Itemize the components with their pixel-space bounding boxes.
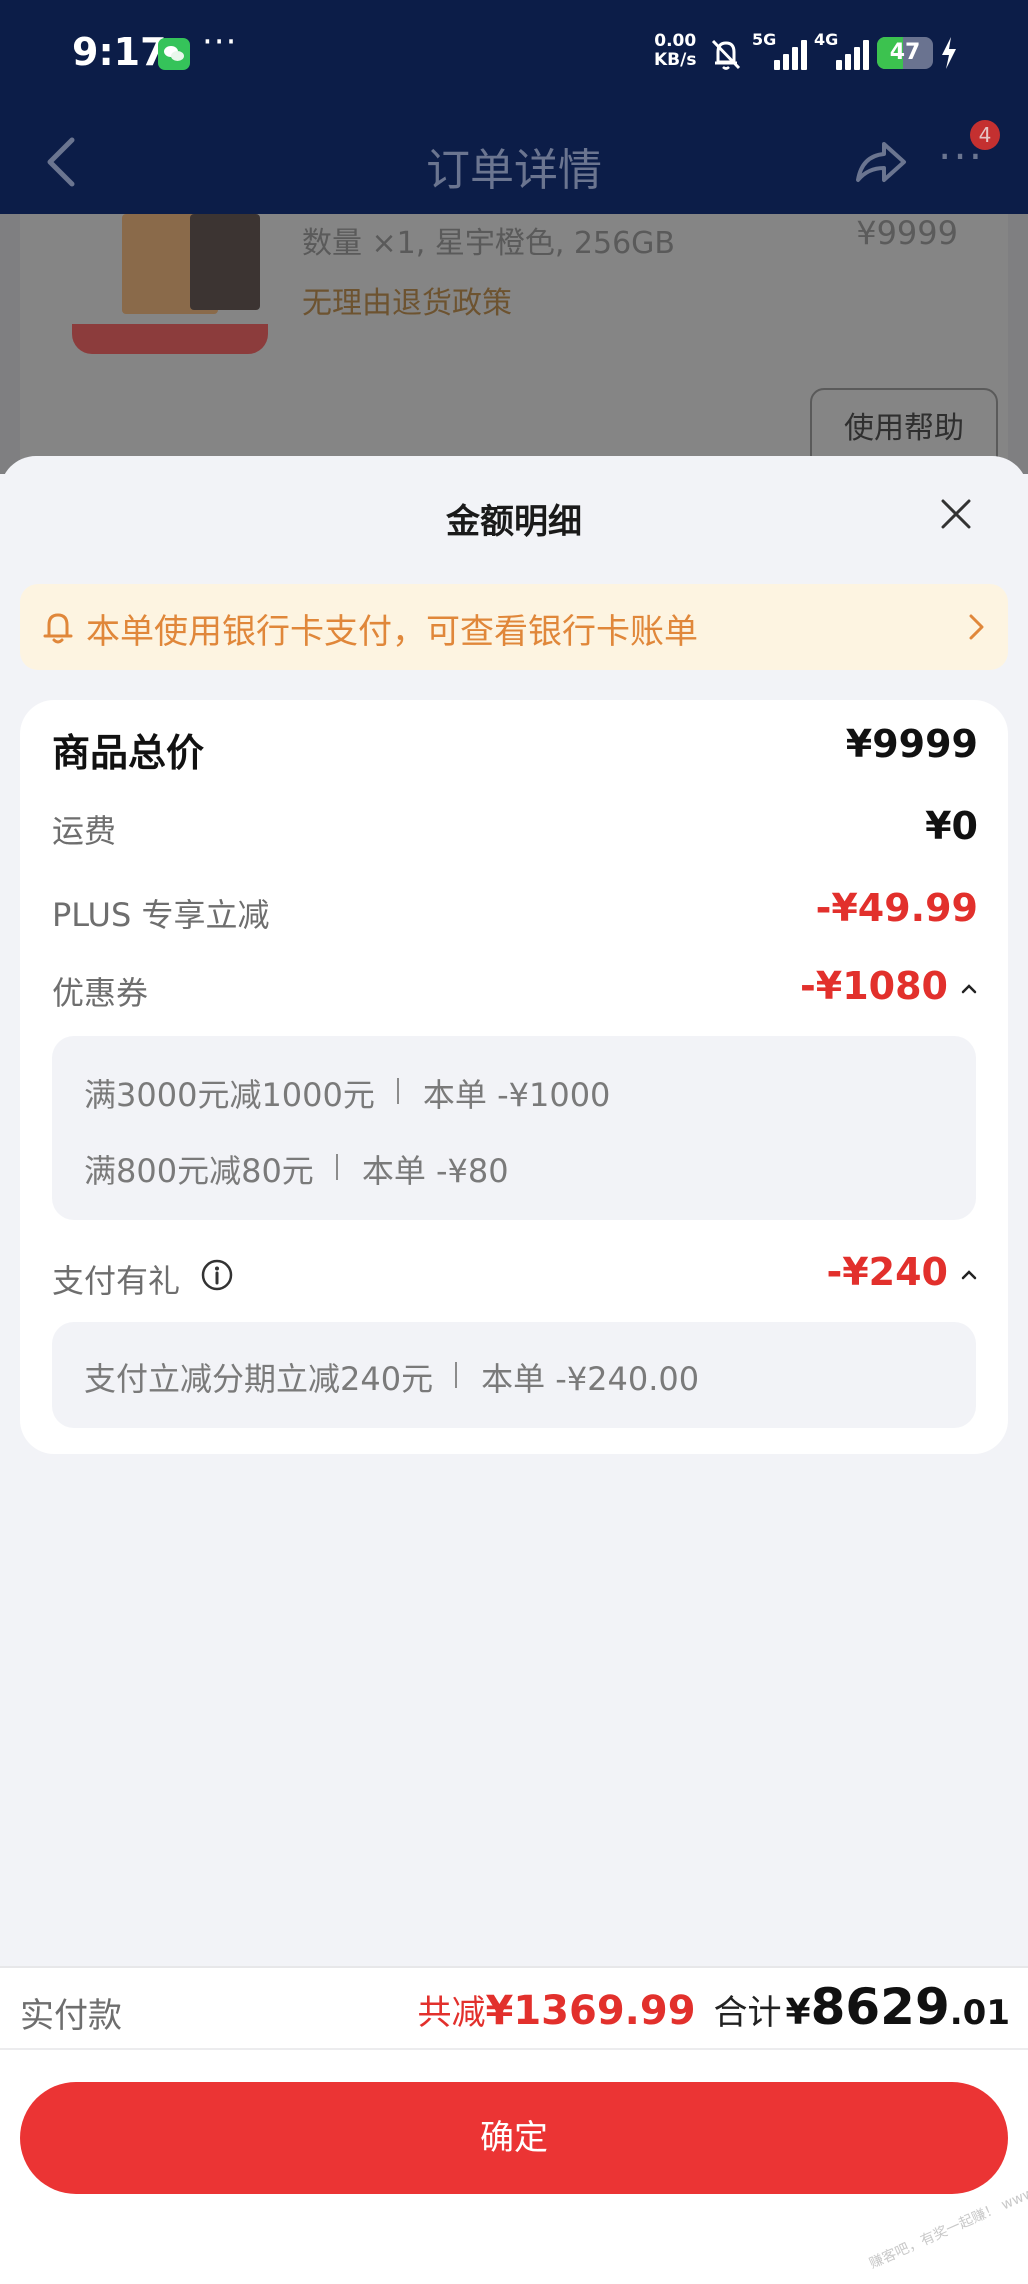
more-notifications-icon: ··· (202, 22, 238, 62)
total-decimal: .01 (949, 1993, 1010, 2033)
coupon-item-desc: 满800元减80元 (84, 1152, 314, 1190)
chevron-up-icon[interactable] (960, 1268, 978, 1280)
coupon-item: 满3000元减1000元 本单 -¥1000 (84, 1070, 610, 1116)
payment-summary: 共减¥1369.99 合计 ¥8629.01 (418, 1978, 1011, 2036)
share-icon[interactable] (852, 134, 908, 190)
product-image (70, 214, 272, 358)
sim1-label: 5G (752, 30, 777, 49)
payment-gift-breakdown: 支付立减分期立减240元 本单 -¥240.00 (52, 1322, 976, 1428)
bell-icon (43, 613, 73, 644)
saved-amount: ¥1369.99 (485, 1988, 696, 2034)
coupon-item: 满800元减80元 本单 -¥80 (84, 1146, 509, 1192)
network-speed-value: 0.00 (654, 31, 697, 51)
total-value: ¥9999 (845, 722, 978, 766)
close-icon[interactable] (938, 496, 974, 532)
bank-card-notice[interactable]: 本单使用银行卡支付，可查看银行卡账单 (20, 584, 1008, 670)
shipping-value: ¥0 (925, 804, 978, 848)
chevron-right-icon (969, 614, 984, 640)
coupon-breakdown: 满3000元减1000元 本单 -¥1000 满800元减80元 本单 -¥80 (52, 1036, 976, 1220)
total-integer: 8629 (810, 1978, 950, 2036)
signal-4g-icon: 4G (814, 30, 870, 74)
notification-badge: 4 (970, 120, 1000, 150)
mute-bell-icon (711, 39, 741, 70)
divider (0, 2048, 1028, 2050)
sim2-label: 4G (814, 30, 839, 49)
saved-label: 共减 (417, 1993, 486, 2033)
product-spec: 数量 ×1, 星宇橙色, 256GB (302, 226, 675, 261)
plus-discount-value: -¥49.99 (815, 886, 978, 930)
coupon-label: 优惠券 (52, 974, 149, 1012)
status-time: 9:17 (72, 30, 167, 74)
coupon-item-amount: 本单 -¥80 (361, 1152, 509, 1190)
payment-gift-item-desc: 支付立减分期立减240元 (84, 1360, 434, 1398)
coupon-item-desc: 满3000元减1000元 (84, 1076, 375, 1114)
payment-gift-label: 支付有礼 (52, 1262, 181, 1300)
status-bar: 9:17 ··· 0.00 KB/s 5G 4G 47 (0, 0, 1028, 110)
total-label: 合计 (713, 1993, 782, 2033)
network-speed: 0.00 KB/s (654, 32, 696, 70)
signal-5g-icon: 5G (752, 30, 808, 74)
coupon-item-amount: 本单 -¥1000 (422, 1076, 611, 1114)
actual-payment-label: 实付款 (20, 1996, 122, 2036)
order-item-card: 数量 ×1, 星宇橙色, 256GB ¥9999 无理由退货政策 使用帮助 (0, 214, 1028, 474)
plus-discount-label: PLUS 专享立减 (52, 896, 270, 934)
info-icon[interactable] (200, 1258, 234, 1292)
total-currency: ¥ (785, 1992, 811, 2033)
return-policy: 无理由退货政策 (302, 286, 512, 321)
notice-text: 本单使用银行卡支付，可查看银行卡账单 (86, 612, 698, 652)
battery-icon: 47 (877, 37, 933, 69)
confirm-button[interactable]: 确定 (20, 2082, 1008, 2194)
product-price: ¥9999 (856, 214, 958, 252)
shipping-label: 运费 (52, 812, 117, 850)
total-label: 商品总价 (52, 731, 205, 775)
payment-gift-value[interactable]: -¥240 (826, 1250, 948, 1294)
battery-level: 47 (889, 40, 921, 65)
wechat-notification-icon (158, 38, 190, 70)
payment-gift-item-amount: 本单 -¥240.00 (481, 1360, 700, 1398)
sheet-title: 金额明细 (446, 502, 582, 542)
network-speed-unit: KB/s (654, 50, 697, 70)
payment-footer: 实付款 共减¥1369.99 合计 ¥8629.01 确定 赚客吧，有奖一起赚！ w… (0, 1966, 1028, 2284)
coupon-value[interactable]: -¥1080 (800, 964, 948, 1008)
payment-gift-item: 支付立减分期立减240元 本单 -¥240.00 (84, 1354, 699, 1400)
charging-icon (942, 37, 956, 69)
chevron-up-icon[interactable] (960, 982, 978, 994)
order-card-background: 数量 ×1, 星宇橙色, 256GB ¥9999 无理由退货政策 使用帮助 (20, 214, 1008, 474)
amount-detail-card: 商品总价 ¥9999 运费 ¥0 PLUS 专享立减 -¥49.99 优惠券 -… (20, 700, 1008, 1454)
page-header: 订单详情 ··· 4 (0, 110, 1028, 214)
